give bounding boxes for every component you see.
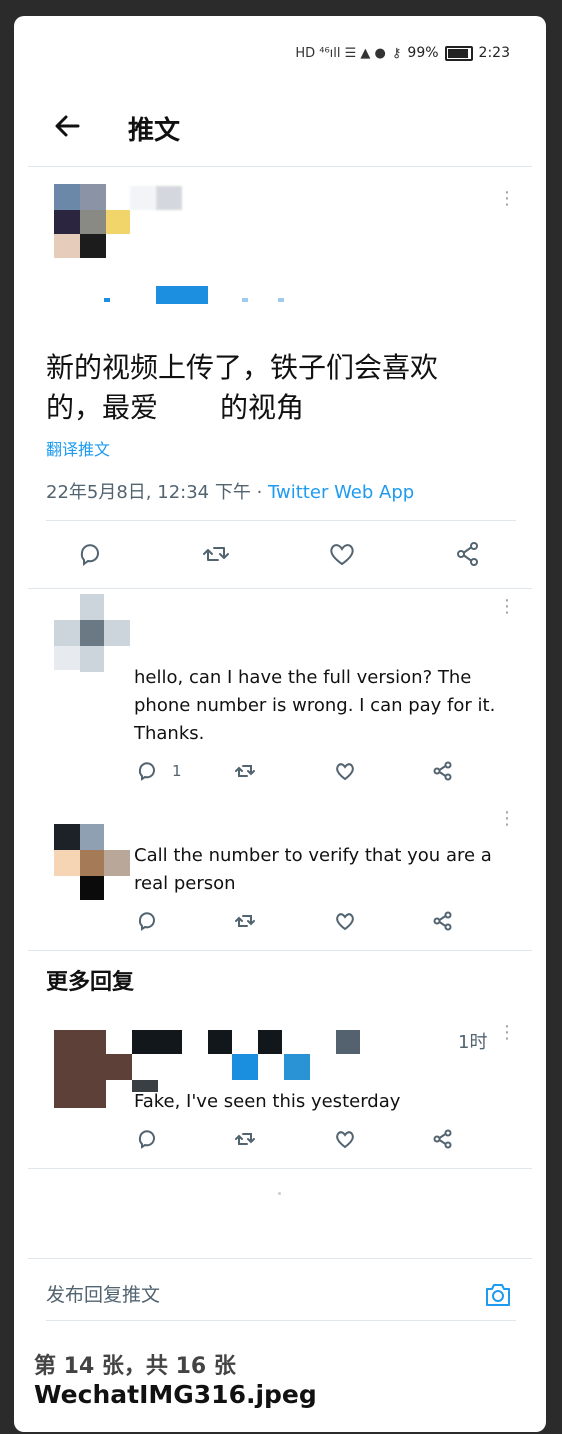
more-options-icon[interactable]: ⋮ [498, 1024, 516, 1050]
image-filename: WechatIMG316.jpeg [34, 1380, 317, 1409]
reply-icon[interactable] [136, 910, 158, 932]
tweet-date: 22年5月8日, 12:34 下午 · [46, 482, 269, 503]
reply-icon[interactable] [136, 1128, 158, 1150]
section-divider [28, 588, 532, 589]
battery-percent: 99% [407, 45, 439, 61]
meta-divider [46, 520, 516, 521]
share-icon[interactable] [432, 760, 454, 782]
battery-icon [444, 45, 473, 61]
more-replies-title: 更多回复 [46, 970, 135, 995]
more-options-icon[interactable]: ⋮ [498, 598, 516, 624]
section-divider [28, 1168, 532, 1169]
clock-time: 2:23 [478, 45, 510, 61]
tweet-source-link[interactable]: Twitter Web App [268, 482, 414, 503]
status-bar: HD ⁴⁶ıll ☰ ▲ ● ⚷ 99% 2:23 [190, 42, 510, 64]
reply-text-line: phone number is wrong. I can pay for it. [134, 695, 496, 716]
compose-bottom-divider [46, 1320, 516, 1321]
reply-text-line: real person [134, 873, 236, 894]
network-icons: HD ⁴⁶ıll ☰ ▲ ● [295, 45, 386, 61]
main-tweet-text: 新的视频上传了，铁子们会喜欢 的，最爱 的视角 [46, 348, 486, 428]
back-arrow-icon[interactable] [52, 110, 84, 142]
share-icon[interactable] [432, 1128, 454, 1150]
redaction-fragment [242, 298, 248, 302]
section-divider [28, 950, 532, 951]
compose-reply-input[interactable]: 发布回复推文 [46, 1280, 160, 1307]
tweet-meta: 22年5月8日, 12:34 下午 · Twitter Web App [46, 478, 414, 504]
tweet-text-line: 的，最爱 的视角 [46, 391, 305, 424]
reply-2-text: Call the number to verify that you are a… [134, 842, 514, 898]
like-heart-icon[interactable] [334, 910, 356, 932]
share-icon[interactable] [454, 540, 482, 568]
tweet-text-line: 新的视频上传了，铁子们会喜欢 [46, 351, 439, 384]
retweet-icon[interactable] [234, 1128, 256, 1150]
reply-icon[interactable] [136, 760, 158, 782]
loading-dot [278, 1192, 281, 1195]
more-options-icon[interactable]: ⋮ [498, 190, 516, 216]
page-title: 推文 [128, 116, 181, 146]
more-options-icon[interactable]: ⋮ [498, 810, 516, 836]
camera-icon[interactable] [483, 1280, 513, 1310]
reply-3-text: Fake, I've seen this yesterday [134, 1091, 401, 1112]
reply-1-text: hello, can I have the full version? The … [134, 664, 514, 748]
like-heart-icon[interactable] [328, 540, 356, 568]
retweet-icon[interactable] [202, 540, 230, 568]
redaction-fragment [278, 298, 284, 302]
reply-count: 1 [172, 762, 182, 780]
retweet-icon[interactable] [234, 760, 256, 782]
reply-3-time: 1时 [458, 1032, 488, 1053]
image-counter: 第 14 张，共 16 张 [34, 1354, 236, 1379]
key-icon: ⚷ [391, 45, 402, 61]
reply-text-line: Thanks. [134, 723, 205, 744]
main-tweet-username-redacted [156, 286, 208, 304]
share-icon[interactable] [432, 910, 454, 932]
reply-icon[interactable] [76, 540, 104, 568]
reply-text-line: hello, can I have the full version? The [134, 667, 472, 688]
retweet-icon[interactable] [234, 910, 256, 932]
translate-tweet-link[interactable]: 翻译推文 [46, 436, 110, 460]
redaction-fragment [104, 298, 110, 302]
header-divider [28, 166, 532, 167]
like-heart-icon[interactable] [334, 760, 356, 782]
like-heart-icon[interactable] [334, 1128, 356, 1150]
reply-text-line: Call the number to verify that you are a [134, 845, 492, 866]
compose-top-divider [28, 1258, 532, 1259]
